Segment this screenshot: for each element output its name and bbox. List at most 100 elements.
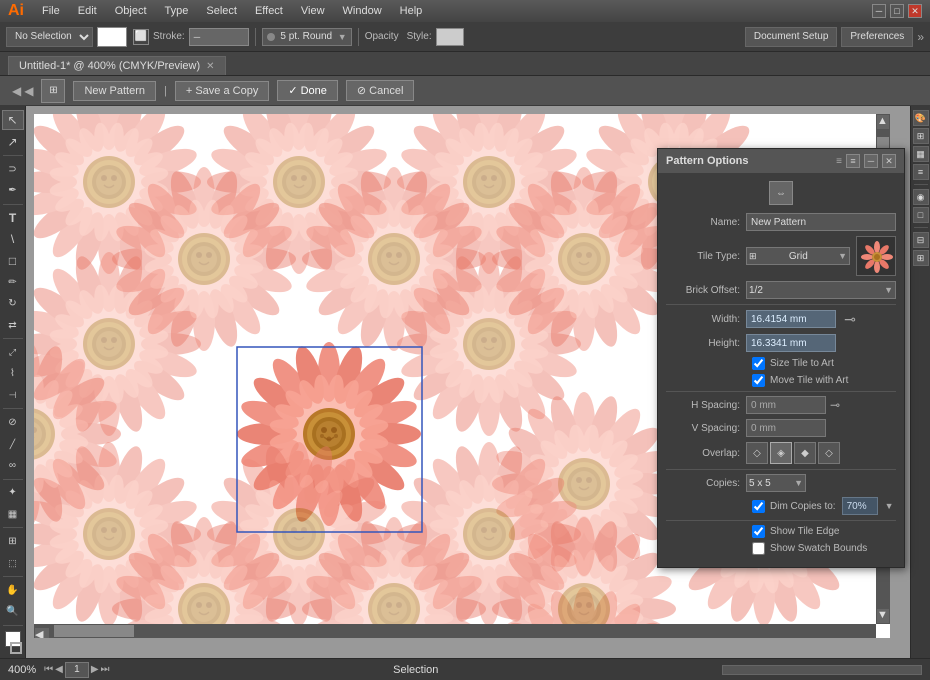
overlap-back-left-btn[interactable]: ◆ <box>794 442 816 464</box>
menu-view[interactable]: View <box>293 3 333 19</box>
tool-brush[interactable]: ✏ <box>2 272 24 292</box>
menu-bar: File Edit Object Type Select Effect View… <box>34 3 430 19</box>
stroke-swatch[interactable] <box>10 642 22 654</box>
round-selector[interactable]: 5 pt. Round ▼ <box>262 28 352 46</box>
page-number-input[interactable] <box>65 662 89 678</box>
menu-file[interactable]: File <box>34 3 68 19</box>
tool-slice[interactable]: ⬚ <box>2 553 24 573</box>
menu-help[interactable]: Help <box>392 3 431 19</box>
panel-minimize-btn[interactable]: ─ <box>864 154 878 168</box>
nav-prev-btn[interactable]: ◀ <box>55 664 63 675</box>
dim-pct-arrow-icon[interactable]: ▼ <box>885 501 894 511</box>
stroke-weight-selector[interactable]: ─ <box>189 28 249 46</box>
menu-window[interactable]: Window <box>335 3 390 19</box>
tool-reflect[interactable]: ⇄ <box>2 315 24 335</box>
v-spacing-input[interactable] <box>746 419 826 437</box>
save-copy-button[interactable]: + Save a Copy <box>175 81 269 101</box>
tile-type-select[interactable]: ⊞ Grid ▼ <box>746 247 850 265</box>
tool-warp[interactable]: ⌇ <box>2 364 24 384</box>
preferences-button[interactable]: Preferences <box>841 27 913 47</box>
horizontal-scrollbar[interactable]: ◀ <box>34 624 876 638</box>
tile-resize-icon[interactable]: ⇔ <box>769 181 793 205</box>
tool-measure[interactable]: ╱ <box>2 434 24 454</box>
minimize-button[interactable]: ─ <box>872 4 886 18</box>
tool-scale[interactable]: ⤢ <box>2 342 24 362</box>
doc-setup-button[interactable]: Document Setup <box>745 27 838 47</box>
tool-separator-2 <box>3 204 23 205</box>
tool-eyedrop[interactable]: ⊘ <box>2 412 24 432</box>
color-panel-btn[interactable]: 🎨 <box>913 110 929 126</box>
selection-dropdown[interactable]: No Selection <box>6 27 93 47</box>
tools-panel: ↖ ↗ ⊃ ✒ T \ □ ✏ ↻ ⇄ ⤢ ⌇ ⊣ ⊘ ╱ ∞ ✦ ▦ ⊞ ⬚ … <box>0 106 26 658</box>
tab-close-icon[interactable]: ✕ <box>206 61 214 72</box>
tool-rect[interactable]: □ <box>2 250 24 270</box>
brick-offset-select[interactable]: 1/2 ▼ <box>746 281 896 299</box>
tool-width[interactable]: ⊣ <box>2 385 24 405</box>
menu-object[interactable]: Object <box>107 3 155 19</box>
panel-collapse-icon[interactable]: ≡ <box>836 156 842 167</box>
graphic-style-btn[interactable]: □ <box>913 207 929 223</box>
panel-divider-2 <box>666 391 896 392</box>
scroll-down-btn[interactable]: ▼ <box>877 609 889 623</box>
show-swatch-bounds-checkbox[interactable] <box>752 542 765 555</box>
nav-last-btn[interactable]: ⏭ <box>101 664 110 675</box>
cancel-button[interactable]: ⊘ Cancel <box>346 80 415 101</box>
pattern-separator-1: | <box>164 85 167 97</box>
tool-blend[interactable]: ∞ <box>2 455 24 475</box>
artboards-panel-btn[interactable]: ⊞ <box>913 250 929 266</box>
menu-type[interactable]: Type <box>157 3 197 19</box>
gradient-panel-btn[interactable]: ▦ <box>913 146 929 162</box>
move-tile-checkbox[interactable] <box>752 374 765 387</box>
tool-zoom[interactable]: 🔍 <box>2 602 24 622</box>
h-spacing-input[interactable] <box>746 396 826 414</box>
fill-color[interactable] <box>97 27 127 47</box>
close-button[interactable]: ✕ <box>908 4 922 18</box>
name-input[interactable] <box>746 213 896 231</box>
nav-next-btn[interactable]: ▶ <box>91 664 99 675</box>
h-v-spacing-link-icon[interactable]: ⊸ <box>830 398 840 412</box>
scroll-up-btn[interactable]: ▲ <box>877 115 889 129</box>
new-pattern-button[interactable]: New Pattern <box>73 81 156 101</box>
navigate-back[interactable]: ◀ ◀ <box>12 84 33 98</box>
scroll-thumb-h[interactable] <box>54 625 134 637</box>
dim-copies-checkbox[interactable] <box>752 500 765 513</box>
tool-hand[interactable]: ✋ <box>2 580 24 600</box>
size-to-art-checkbox[interactable] <box>752 357 765 370</box>
tool-selection[interactable]: ↖ <box>2 110 24 130</box>
layers-panel-btn[interactable]: ⊟ <box>913 232 929 248</box>
scroll-left-btn[interactable]: ◀ <box>35 628 49 638</box>
tool-type[interactable]: T <box>2 208 24 228</box>
copies-select[interactable]: 5 x 5 ▼ <box>746 474 806 492</box>
status-scroll-h[interactable] <box>722 665 922 675</box>
height-input[interactable] <box>746 334 836 352</box>
tool-direct-select[interactable]: ↗ <box>2 131 24 151</box>
panel-close-btn[interactable]: ✕ <box>882 154 896 168</box>
nav-first-btn[interactable]: ⏮ <box>44 664 53 675</box>
tool-symbol[interactable]: ✦ <box>2 483 24 503</box>
overlap-front-left-btn[interactable]: ◇ <box>746 442 768 464</box>
workspace-arrow-icon[interactable]: » <box>917 30 924 44</box>
menu-edit[interactable]: Edit <box>70 3 105 19</box>
tool-rotate[interactable]: ↻ <box>2 293 24 313</box>
tool-artboard[interactable]: ⊞ <box>2 531 24 551</box>
tool-line[interactable]: \ <box>2 229 24 249</box>
tool-pen[interactable]: ✒ <box>2 180 24 200</box>
tool-graph[interactable]: ▦ <box>2 504 24 524</box>
dim-copies-pct-input[interactable] <box>842 497 878 515</box>
appearance-panel-btn[interactable]: ◉ <box>913 189 929 205</box>
width-input[interactable] <box>746 310 836 328</box>
maximize-button[interactable]: □ <box>890 4 904 18</box>
done-button[interactable]: ✓ Done <box>277 80 338 101</box>
tool-lasso[interactable]: ⊃ <box>2 159 24 179</box>
stroke-panel-btn[interactable]: ≡ <box>913 164 929 180</box>
overlap-back-right-btn[interactable]: ◇ <box>818 442 840 464</box>
show-tile-edge-checkbox[interactable] <box>752 525 765 538</box>
document-tab[interactable]: Untitled-1* @ 400% (CMYK/Preview) ✕ <box>8 56 226 75</box>
menu-select[interactable]: Select <box>198 3 245 19</box>
style-swatch[interactable] <box>436 28 464 46</box>
brush-panel-btn[interactable]: ⊞ <box>913 128 929 144</box>
menu-effect[interactable]: Effect <box>247 3 291 19</box>
width-height-link-icon[interactable]: ⊸ <box>840 309 860 329</box>
panel-menu-btn[interactable]: ≡ <box>846 154 860 168</box>
overlap-front-right-btn[interactable]: ◈ <box>770 442 792 464</box>
